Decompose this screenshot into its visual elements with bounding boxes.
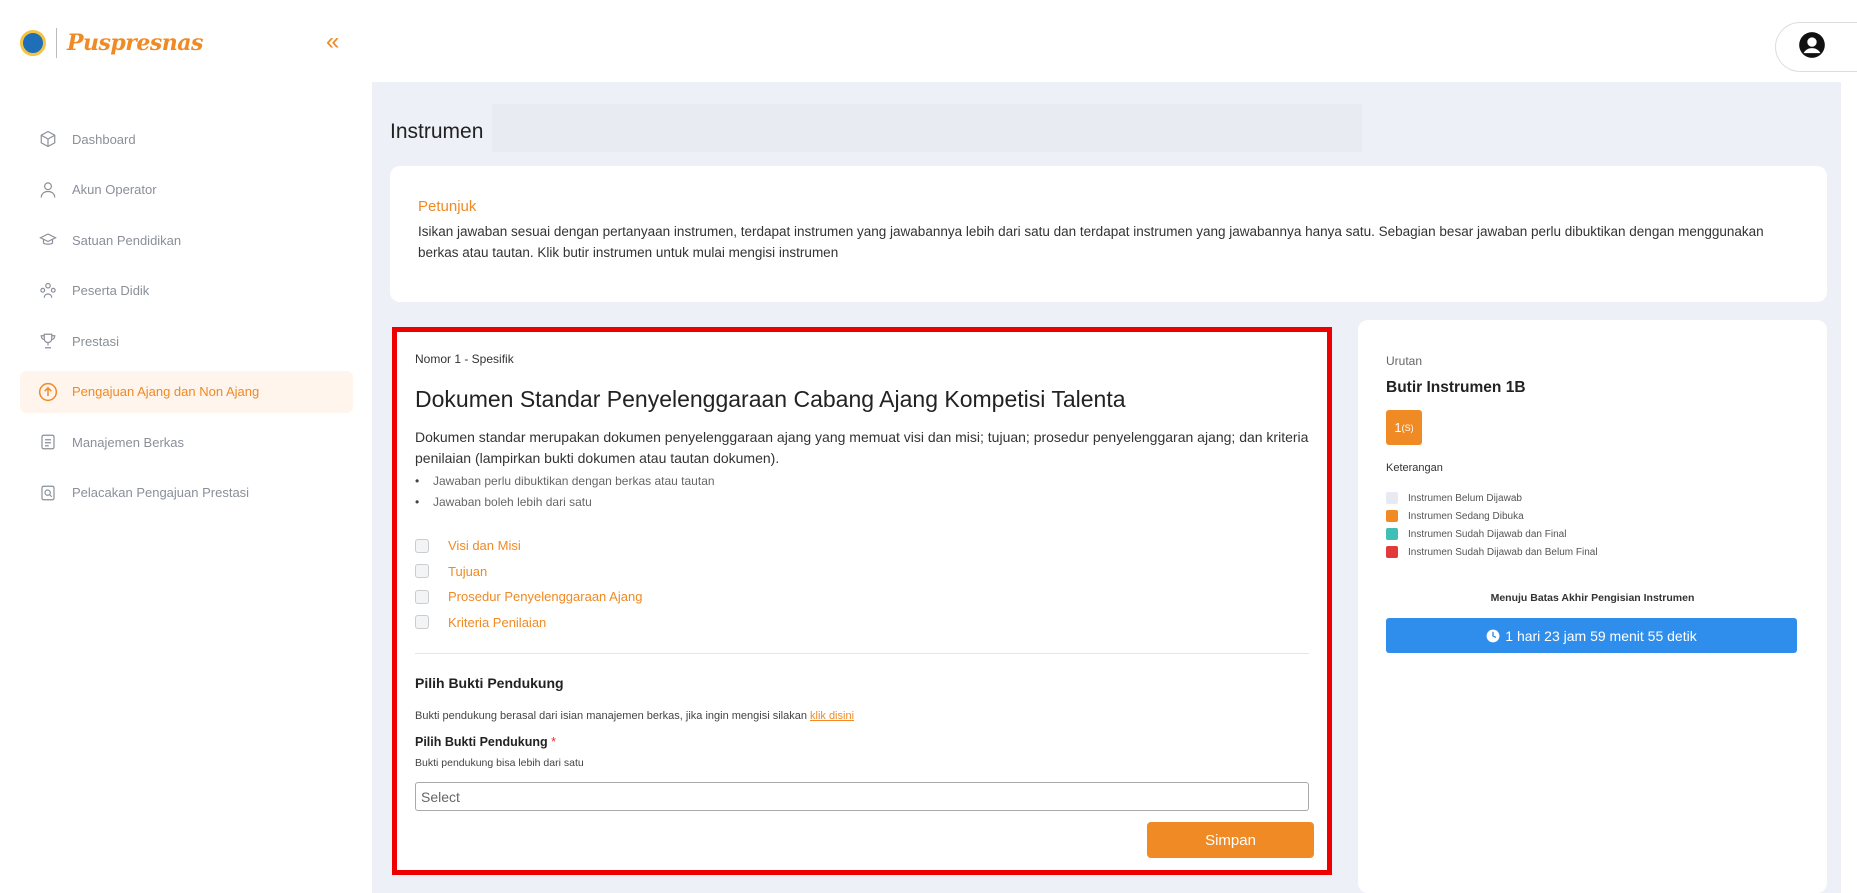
sidebar-item-peserta-didik[interactable]: Peserta Didik — [20, 270, 353, 312]
title-background — [492, 104, 1362, 152]
deadline-label: Menuju Batas Akhir Pengisian Instrumen — [1490, 592, 1695, 604]
save-button[interactable]: Simpan — [1147, 822, 1314, 858]
sidebar-nav: Dashboard Akun Operator Satuan Pendidika… — [20, 118, 353, 522]
legend-label: Instrumen Sedang Dibuka — [1408, 510, 1524, 522]
instrument-item-number: 1 — [1394, 420, 1402, 435]
legend-label: Instrumen Belum Dijawab — [1408, 492, 1522, 504]
user-icon — [38, 180, 58, 200]
instructions-card: Petunjuk Isikan jawaban sesuai dengan pe… — [390, 166, 1827, 302]
countdown-timer: 1 hari 23 jam 59 menit 55 detik — [1386, 618, 1797, 653]
user-menu-button[interactable] — [1775, 22, 1857, 72]
brand-name: Puspresnas — [67, 30, 203, 56]
instrument-item-type: (S) — [1401, 422, 1414, 433]
evidence-select[interactable]: Select — [415, 782, 1309, 811]
instrument-group-title: Butir Instrumen 1B — [1386, 379, 1526, 396]
legend-item: Instrumen Sudah Dijawab dan Belum Final — [1386, 543, 1799, 561]
option-checkbox[interactable] — [415, 564, 429, 579]
list-item: • Jawaban perlu dibuktikan dengan berkas … — [415, 471, 1309, 492]
required-mark: * — [551, 735, 557, 749]
question-card: Nomor 1 - Spesifik Dokumen Standar Penye… — [392, 327, 1332, 875]
option-checkbox[interactable] — [415, 538, 429, 553]
legend-title: Keterangan — [1386, 462, 1443, 474]
click-here-link[interactable]: klik disini — [810, 710, 854, 722]
legend-swatch — [1386, 528, 1398, 540]
question-notes: • Jawaban perlu dibuktikan dengan berkas … — [415, 471, 1309, 513]
sidebar-item-pelacakan[interactable]: Pelacakan Pengajuan Prestasi — [20, 472, 353, 514]
evidence-info-text: Bukti pendukung berasal dari isian manaj… — [415, 710, 810, 722]
evidence-info: Bukti pendukung berasal dari isian manaj… — [415, 710, 1309, 722]
sidebar-item-label: Peserta Didik — [72, 283, 150, 298]
sidebar: Puspresnas « Dashboard Akun Operator Sat… — [0, 0, 372, 893]
option-prosedur[interactable]: Prosedur Penyelenggaraan Ajang — [415, 584, 1309, 610]
option-label[interactable]: Tujuan — [448, 564, 487, 579]
legend-label: Instrumen Sudah Dijawab dan Belum Final — [1408, 546, 1598, 558]
sidebar-item-label: Manajemen Berkas — [72, 434, 184, 450]
legend-item: Instrumen Sedang Dibuka — [1386, 507, 1799, 525]
logo-divider — [56, 28, 57, 58]
legend-swatch — [1386, 492, 1398, 504]
legend: Instrumen Belum Dijawab Instrumen Sedang… — [1386, 489, 1799, 561]
sidebar-item-manajemen-berkas[interactable]: Manajemen Berkas — [20, 421, 353, 463]
question-description: Dokumen standar merupakan dokumen penyel… — [415, 429, 1309, 466]
order-label: Urutan — [1386, 354, 1423, 368]
instructions-title: Petunjuk — [418, 198, 477, 215]
sidebar-item-pengajuan-ajang[interactable]: Pengajuan Ajang dan Non Ajang — [20, 370, 353, 413]
legend-item: Instrumen Belum Dijawab — [1386, 489, 1799, 507]
option-label[interactable]: Prosedur Penyelenggaraan Ajang — [448, 589, 642, 604]
graduation-cap-icon — [38, 230, 58, 250]
sidebar-item-prestasi[interactable]: Prestasi — [20, 320, 353, 362]
note-text: Jawaban boleh lebih dari satu — [433, 495, 592, 509]
question-number: Nomor 1 - Spesifik — [415, 352, 514, 366]
option-tujuan[interactable]: Tujuan — [415, 559, 1309, 585]
note-text: Jawaban perlu dibuktikan dengan berkas a… — [433, 474, 715, 488]
sidebar-item-label: Satuan Pendidikan — [72, 232, 182, 248]
legend-swatch — [1386, 510, 1398, 522]
legend-label: Instrumen Sudah Dijawab dan Final — [1408, 528, 1567, 540]
divider — [415, 653, 1309, 654]
instructions-text: Isikan jawaban sesuai dengan pertanyaan … — [418, 224, 1764, 260]
legend-item: Instrumen Sudah Dijawab dan Final — [1386, 525, 1799, 543]
search-document-icon — [38, 483, 58, 503]
cube-icon — [38, 129, 58, 149]
sidebar-item-akun-operator[interactable]: Akun Operator — [20, 169, 353, 211]
countdown-text: 1 hari 23 jam 59 menit 55 detik — [1505, 627, 1697, 644]
main-content: Instrumen Petunjuk Isikan jawaban sesuai… — [372, 82, 1841, 893]
evidence-hint: Bukti pendukung bisa lebih dari satu — [415, 757, 584, 769]
sidebar-item-label: Prestasi — [72, 333, 119, 349]
evidence-heading: Pilih Bukti Pendukung — [415, 675, 564, 691]
question-title: Dokumen Standar Penyelenggaraan Cabang A… — [415, 386, 1126, 412]
sidebar-item-satuan-pendidikan[interactable]: Satuan Pendidikan — [20, 219, 353, 261]
option-checkbox[interactable] — [415, 589, 429, 604]
option-checkbox[interactable] — [415, 615, 429, 630]
evidence-label-text: Pilih Bukti Pendukung — [415, 735, 548, 749]
option-label[interactable]: Kriteria Penilaian — [448, 615, 546, 630]
list-item: • Jawaban boleh lebih dari satu — [415, 492, 1309, 513]
sidebar-item-dashboard[interactable]: Dashboard — [20, 118, 353, 160]
sidebar-item-label: Pengajuan Ajang dan Non Ajang — [72, 384, 260, 399]
collapse-sidebar-icon[interactable]: « — [326, 30, 339, 54]
brand-logo[interactable]: Puspresnas — [20, 28, 203, 58]
document-icon — [38, 432, 58, 452]
trophy-icon — [38, 331, 58, 351]
instrument-item-button[interactable]: 1 (S) — [1386, 410, 1422, 445]
users-icon — [38, 281, 58, 301]
emblem-icon — [20, 30, 46, 56]
clock-icon — [1486, 629, 1500, 643]
user-avatar-icon — [1798, 31, 1826, 64]
sidebar-item-label: Dashboard — [72, 131, 136, 147]
legend-swatch — [1386, 546, 1398, 558]
sidebar-item-label: Akun Operator — [72, 182, 157, 197]
answer-options: Visi dan Misi Tujuan Prosedur Penyelengg… — [415, 533, 1309, 635]
evidence-field-label: Pilih Bukti Pendukung * — [415, 735, 1309, 749]
upload-icon — [38, 382, 58, 402]
option-label[interactable]: Visi dan Misi — [448, 538, 521, 553]
sidebar-item-label: Pelacakan Pengajuan Prestasi — [72, 485, 250, 500]
page-title: Instrumen — [390, 120, 484, 143]
top-header — [372, 0, 1857, 82]
option-visi-misi[interactable]: Visi dan Misi — [415, 533, 1309, 559]
option-kriteria[interactable]: Kriteria Penilaian — [415, 610, 1309, 636]
navigation-card: Urutan Butir Instrumen 1B 1 (S) Keteranga… — [1358, 320, 1827, 893]
